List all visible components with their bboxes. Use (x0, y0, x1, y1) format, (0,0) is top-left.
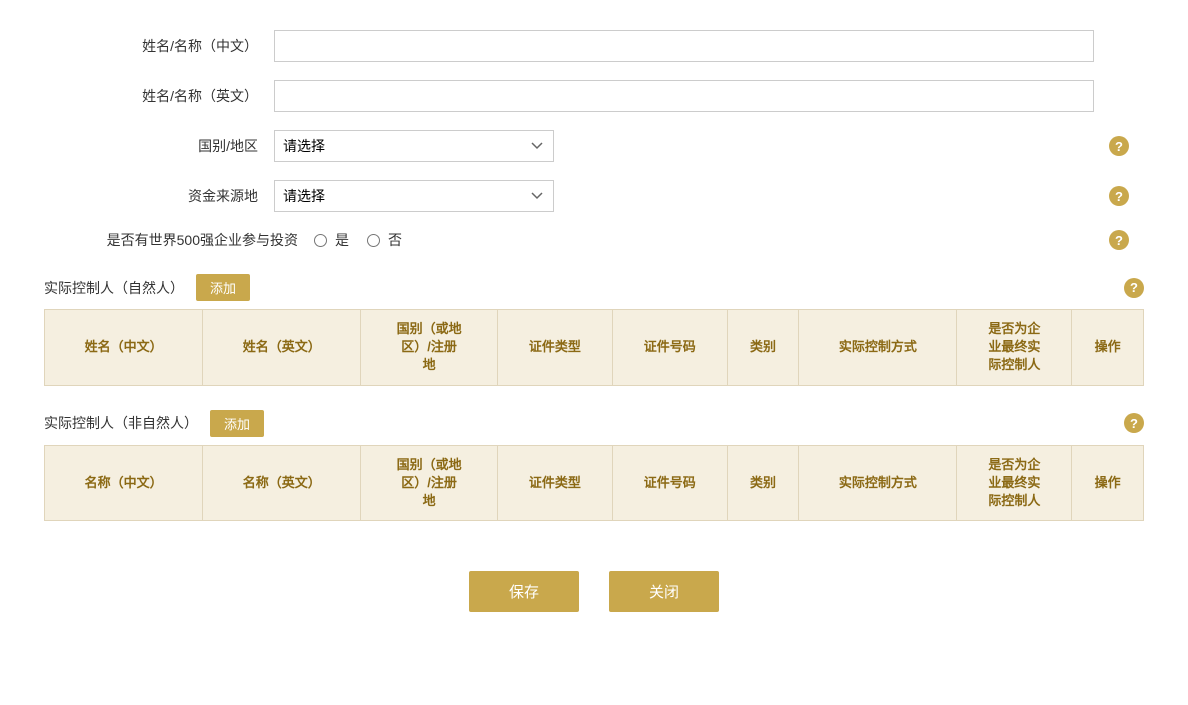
section2-header: 实际控制人（非自然人） 添加 ? (44, 410, 1144, 437)
section2-col-ultimate-controller: 是否为企业最终实际控制人 (957, 445, 1072, 521)
fortune500-row: 是否有世界500强企业参与投资 是 否 ? (94, 230, 1094, 250)
section1-col-cert-type: 证件类型 (497, 310, 612, 386)
form-section: 姓名/名称（中文） 姓名/名称（英文） 国别/地区 请选择 ? 资金来源地 请选… (94, 30, 1094, 250)
fortune500-yes-label[interactable]: 是 (335, 230, 349, 250)
section2-col-category: 类别 (727, 445, 799, 521)
section2-col-cert-no: 证件号码 (612, 445, 727, 521)
section1-col-action: 操作 (1072, 310, 1144, 386)
name-en-label: 姓名/名称（英文） (94, 86, 274, 106)
fund-source-label: 资金来源地 (94, 186, 274, 206)
section2-table-header-row: 名称（中文） 名称（英文） 国别（或地区）/注册地 证件类型 证件号码 类别 实… (45, 445, 1144, 521)
country-select[interactable]: 请选择 (274, 130, 554, 162)
section1-add-button[interactable]: 添加 (196, 274, 250, 301)
name-cn-input[interactable] (274, 30, 1094, 62)
section2-help-icon[interactable]: ? (1124, 413, 1144, 433)
section1-col-cert-no: 证件号码 (612, 310, 727, 386)
section2-table: 名称（中文） 名称（英文） 国别（或地区）/注册地 证件类型 证件号码 类别 实… (44, 445, 1144, 522)
section1-container: 实际控制人（自然人） 添加 ? 姓名（中文） 姓名（英文） 国别（或地区）/注册… (44, 274, 1144, 386)
save-button[interactable]: 保存 (469, 571, 579, 612)
fortune500-yes-radio[interactable] (314, 234, 327, 247)
fortune500-no-label[interactable]: 否 (388, 230, 402, 250)
name-en-input[interactable] (274, 80, 1094, 112)
fortune500-radio-group: 是 否 (314, 230, 402, 250)
section2-col-country: 国别（或地区）/注册地 (361, 445, 498, 521)
fund-source-row: 资金来源地 请选择 ? (94, 180, 1094, 212)
bottom-buttons: 保存 关闭 (44, 571, 1144, 642)
section2-col-control-method: 实际控制方式 (799, 445, 957, 521)
country-label: 国别/地区 (94, 136, 274, 156)
section2-col-cert-type: 证件类型 (497, 445, 612, 521)
section1-col-name-cn: 姓名（中文） (45, 310, 203, 386)
section2-col-action: 操作 (1072, 445, 1144, 521)
section2-container: 实际控制人（非自然人） 添加 ? 名称（中文） 名称（英文） 国别（或地区）/注… (44, 410, 1144, 522)
section1-col-category: 类别 (727, 310, 799, 386)
fund-source-select[interactable]: 请选择 (274, 180, 554, 212)
section2-col-name-cn: 名称（中文） (45, 445, 203, 521)
name-en-row: 姓名/名称（英文） (94, 80, 1094, 112)
name-cn-row: 姓名/名称（中文） (94, 30, 1094, 62)
section1-col-name-en: 姓名（英文） (203, 310, 361, 386)
section1-col-control-method: 实际控制方式 (799, 310, 957, 386)
section1-table-header-row: 姓名（中文） 姓名（英文） 国别（或地区）/注册地 证件类型 证件号码 类别 实… (45, 310, 1144, 386)
section1-title: 实际控制人（自然人） (44, 278, 184, 298)
fortune500-no-radio[interactable] (367, 234, 380, 247)
section1-col-country: 国别（或地区）/注册地 (361, 310, 498, 386)
section1-col-ultimate-controller: 是否为企业最终实际控制人 (957, 310, 1072, 386)
section2-col-name-en: 名称（英文） (203, 445, 361, 521)
section1-table: 姓名（中文） 姓名（英文） 国别（或地区）/注册地 证件类型 证件号码 类别 实… (44, 309, 1144, 386)
main-container: 姓名/名称（中文） 姓名/名称（英文） 国别/地区 请选择 ? 资金来源地 请选… (44, 30, 1144, 642)
section1-header: 实际控制人（自然人） 添加 ? (44, 274, 1144, 301)
close-button[interactable]: 关闭 (609, 571, 719, 612)
section2-add-button[interactable]: 添加 (210, 410, 264, 437)
fortune500-label: 是否有世界500强企业参与投资 (94, 230, 314, 250)
section2-title: 实际控制人（非自然人） (44, 413, 198, 433)
country-help-icon[interactable]: ? (1109, 136, 1129, 156)
fund-source-help-icon[interactable]: ? (1109, 186, 1129, 206)
section1-help-icon[interactable]: ? (1124, 278, 1144, 298)
country-row: 国别/地区 请选择 ? (94, 130, 1094, 162)
name-cn-label: 姓名/名称（中文） (94, 36, 274, 56)
fortune500-help-icon[interactable]: ? (1109, 230, 1129, 250)
